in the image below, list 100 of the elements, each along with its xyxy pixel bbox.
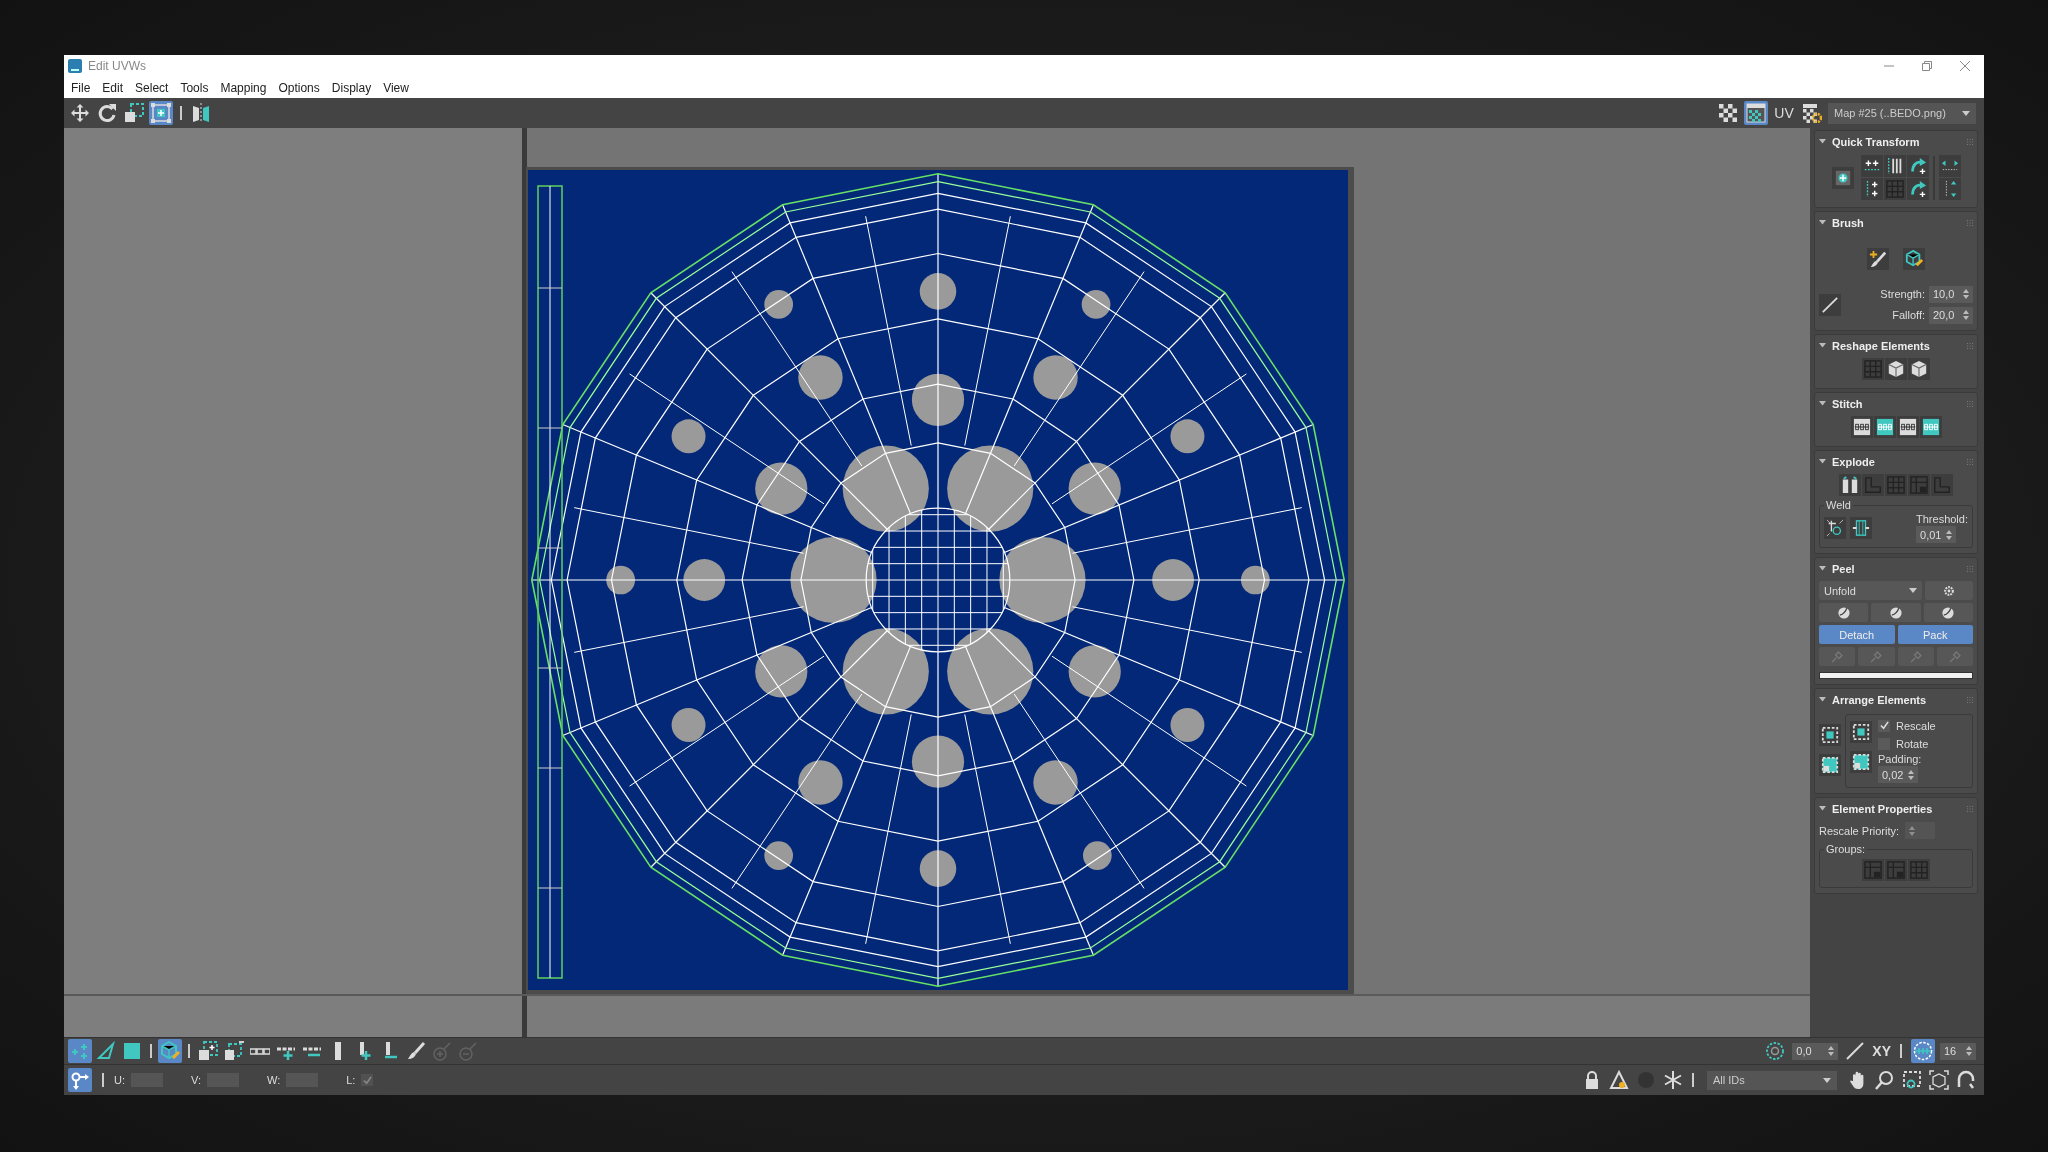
menu-item[interactable]: Select <box>135 80 169 95</box>
tool-button[interactable] <box>1860 155 1883 177</box>
tool-button[interactable] <box>1923 603 1973 622</box>
uv-editor-viewport[interactable] <box>64 128 1810 1037</box>
weld-label: Weld <box>1825 499 1852 511</box>
falloff-field[interactable]: 20,0 <box>1929 306 1973 324</box>
padding-label: Padding: <box>1878 753 1923 765</box>
tool-button[interactable] <box>1850 751 1872 773</box>
tool-button[interactable] <box>222 1039 246 1063</box>
tool-button[interactable] <box>1819 724 1841 746</box>
tool-button[interactable] <box>1860 178 1883 200</box>
uv-button[interactable]: UV <box>1772 101 1796 125</box>
grip-icon[interactable] <box>1967 401 1973 407</box>
tool-button[interactable] <box>1800 101 1824 125</box>
uv-strip[interactable] <box>537 185 563 979</box>
tool-button[interactable] <box>196 1039 220 1063</box>
map-dropdown[interactable]: Map #25 (..BEDO.png) <box>1828 102 1976 124</box>
move-icon <box>70 103 90 123</box>
section-title: Element Properties <box>1832 803 1933 815</box>
tool-button[interactable] <box>1819 603 1869 622</box>
menu-item[interactable]: Display <box>331 80 372 95</box>
collapse-arrow-icon[interactable] <box>1819 565 1826 573</box>
search-icon <box>1875 1070 1895 1090</box>
id-filter-dropdown[interactable]: All IDs <box>1707 1070 1837 1090</box>
restore-icon[interactable] <box>1922 61 1932 71</box>
tool-button[interactable] <box>1607 1068 1631 1092</box>
chain-icon <box>1921 418 1940 436</box>
outline-icon <box>1933 476 1951 494</box>
tool-button[interactable] <box>1819 754 1841 776</box>
collapse-arrow-icon[interactable] <box>1819 696 1826 704</box>
dashed-circle-icon <box>1765 1041 1786 1061</box>
dashed-line-icon <box>250 1047 270 1055</box>
tool-button[interactable] <box>1873 416 1896 438</box>
tool-button[interactable] <box>1906 155 1929 177</box>
menu-item[interactable]: Mapping <box>220 80 267 95</box>
grip-icon[interactable] <box>1967 343 1973 349</box>
tool-button[interactable] <box>1867 248 1889 270</box>
tool-button[interactable] <box>158 1039 182 1063</box>
menu-item[interactable]: Options <box>278 80 320 95</box>
target-icon <box>1826 519 1844 537</box>
tool-button[interactable] <box>1716 101 1740 125</box>
tool-button[interactable] <box>1871 603 1921 622</box>
checkbox[interactable] <box>1878 719 1890 732</box>
spinner-arrows-icon <box>1828 1046 1835 1056</box>
tool-button[interactable] <box>1896 416 1919 438</box>
collapse-arrow-icon[interactable] <box>1819 219 1826 227</box>
tool-button[interactable] <box>1927 1068 1951 1092</box>
grid-size-field[interactable]: 16 <box>1940 1042 1976 1060</box>
grip-icon[interactable] <box>1967 220 1973 226</box>
collapse-arrow-icon[interactable] <box>1819 138 1826 146</box>
chain-icon <box>1875 418 1894 436</box>
axis-button[interactable]: XY <box>1872 1043 1891 1059</box>
tool-button[interactable] <box>1819 293 1841 316</box>
tool-button[interactable] <box>1831 166 1854 189</box>
grip-icon[interactable] <box>1967 697 1973 703</box>
dashed-square-icon <box>1821 756 1839 774</box>
grip-icon[interactable] <box>1967 139 1973 145</box>
checkbox[interactable] <box>361 1074 374 1086</box>
tool-button[interactable] <box>1903 248 1925 270</box>
triangle-icon <box>96 1041 116 1061</box>
close-icon[interactable] <box>1960 61 1970 71</box>
strength-field[interactable]: 10,0 <box>1929 285 1973 303</box>
action-button[interactable]: Detach <box>1819 625 1895 644</box>
tool-button[interactable] <box>1850 416 1873 438</box>
padding-field[interactable]: 0,02 <box>1878 766 1918 783</box>
collapse-arrow-icon[interactable] <box>1819 342 1826 350</box>
tool-button[interactable] <box>1883 155 1906 177</box>
grip-icon[interactable] <box>1967 806 1973 812</box>
menu-item[interactable]: Tools <box>180 80 209 95</box>
tool-button[interactable] <box>1906 178 1929 200</box>
collapse-arrow-icon[interactable] <box>1819 400 1826 408</box>
threshold-field[interactable]: 0,01 <box>1916 526 1956 543</box>
menu-item[interactable]: Edit <box>102 80 124 95</box>
peel-mode-dropdown[interactable]: Unfold <box>1819 581 1922 600</box>
menu-item[interactable]: File <box>71 80 91 95</box>
grip-icon[interactable] <box>1967 459 1973 465</box>
action-button[interactable]: Pack <box>1897 625 1973 644</box>
tool-button[interactable] <box>1938 155 1961 177</box>
soft-selection-field[interactable]: 0,0 <box>1792 1042 1839 1060</box>
rescale-priority-label: Rescale Priority: <box>1819 824 1900 837</box>
collapse-arrow-icon[interactable] <box>1819 805 1826 813</box>
tool-button[interactable] <box>1839 474 1861 496</box>
curved-arrow-icon <box>1908 180 1927 198</box>
menu-item[interactable]: View <box>383 80 409 95</box>
settings-button[interactable] <box>1925 581 1973 600</box>
tool-button[interactable] <box>1919 416 1942 438</box>
strength-label: Strength: <box>1880 288 1925 300</box>
tool-button[interactable] <box>1885 358 1907 380</box>
tool-button[interactable] <box>1938 178 1961 200</box>
section-title: Brush <box>1832 217 1864 229</box>
tool-button[interactable] <box>1850 517 1872 539</box>
tool-button[interactable] <box>1824 517 1846 539</box>
collapse-arrow-icon[interactable] <box>1819 458 1826 466</box>
tool-button[interactable] <box>1908 358 1930 380</box>
tool-button[interactable] <box>1744 101 1768 125</box>
grip-icon[interactable] <box>1967 566 1973 572</box>
option-label: Rotate <box>1896 737 1929 750</box>
tool-button[interactable] <box>122 101 146 125</box>
tool-button[interactable] <box>1850 721 1872 743</box>
rescale-priority-field[interactable] <box>1905 822 1936 839</box>
